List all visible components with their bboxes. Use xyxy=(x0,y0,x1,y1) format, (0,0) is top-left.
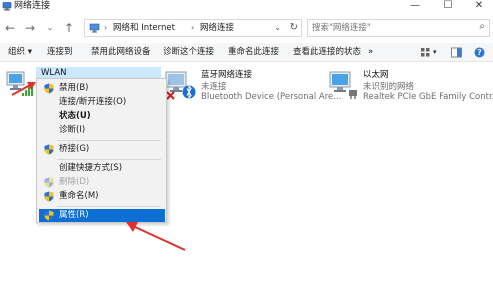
forward-arrow-icon[interactable]: → xyxy=(22,20,38,36)
recent-locations-chevron-icon[interactable]: ⌄ xyxy=(42,20,58,36)
context-menu: 禁用(B) 连接/断开连接(O) 状态(U) 诊断(I) 桥接(G) 创建快捷方… xyxy=(36,78,167,223)
network-connections-icon xyxy=(2,2,12,11)
menu-item-rename[interactable]: 重命名(M) xyxy=(39,190,165,203)
menu-separator xyxy=(57,159,161,160)
refresh-icon[interactable]: ↻ xyxy=(290,20,298,36)
bluetooth-connection-name: 蓝牙网络连接 xyxy=(201,70,253,80)
ethernet-connection-device: Realtek PCIe GbE Family Contr... xyxy=(363,92,493,102)
search-box[interactable]: ⌕ xyxy=(307,19,490,37)
uac-shield-icon xyxy=(44,210,54,221)
ethernet-connection-name: 以太网 xyxy=(363,70,389,80)
wlan-adapter-icon[interactable] xyxy=(4,68,36,98)
navigation-bar: ← → ⌄ ↑ › 网络和 Internet › 网络连接 ⌄ ↻ ⌕ xyxy=(0,17,493,39)
breadcrumb-separator: › xyxy=(191,23,195,32)
menu-item-create-shortcut[interactable]: 创建快捷方式(S) xyxy=(39,162,165,175)
organize-menu-button[interactable]: 组织 ▾ xyxy=(8,43,32,62)
breadcrumb-network-internet[interactable]: 网络和 Internet xyxy=(113,20,175,36)
bluetooth-connection-device: Bluetooth Device (Personal Are... xyxy=(201,92,342,102)
annotation-arrow-properties xyxy=(126,222,186,251)
maximize-button[interactable]: ☐ xyxy=(434,0,462,12)
menu-item-label: 创建快捷方式(S) xyxy=(59,163,123,173)
close-button[interactable]: ✕ xyxy=(465,0,493,12)
menu-item-label: 删除(D) xyxy=(59,177,90,187)
window-title: 网络连接 xyxy=(14,1,51,11)
menu-item-label: 状态(U) xyxy=(59,111,91,121)
command-bar: 组织 ▾ 连接到 禁用此网络设备 诊断这个连接 重命名此连接 查看此连接的状态 … xyxy=(0,43,493,62)
menu-item-label: 诊断(I) xyxy=(59,125,86,135)
uac-shield-icon xyxy=(44,191,54,202)
menu-item-label: 连接/断开连接(O) xyxy=(59,97,127,107)
menu-item-bridge[interactable]: 桥接(G) xyxy=(39,143,165,156)
bluetooth-connection-status: 未连接 xyxy=(201,82,227,92)
uac-shield-icon xyxy=(44,144,54,155)
minimize-button[interactable]: — xyxy=(401,0,429,12)
svg-text:?: ? xyxy=(477,48,481,57)
address-dropdown-icon[interactable]: ⌄ xyxy=(274,20,281,36)
menu-item-diagnose[interactable]: 诊断(I) xyxy=(39,124,165,137)
disable-device-button[interactable]: 禁用此网络设备 xyxy=(91,43,151,62)
view-options-chevron-icon[interactable]: ▾ xyxy=(433,43,437,62)
menu-item-disable[interactable]: 禁用(B) xyxy=(39,82,165,95)
menu-item-properties[interactable]: 属性(R) xyxy=(39,209,165,222)
network-folder-icon xyxy=(89,23,100,33)
uac-shield-icon xyxy=(44,177,54,188)
rename-connection-button[interactable]: 重命名此连接 xyxy=(228,43,279,62)
search-icon[interactable]: ⌕ xyxy=(479,21,485,32)
up-arrow-icon[interactable]: ↑ xyxy=(61,20,77,36)
menu-item-label: 禁用(B) xyxy=(59,83,89,93)
menu-item-status[interactable]: 状态(U) xyxy=(39,110,165,123)
ethernet-connection-status: 未识别的网络 xyxy=(363,82,415,92)
preview-pane-icon[interactable] xyxy=(451,47,462,58)
ethernet-adapter-icon xyxy=(329,71,357,99)
menu-item-label: 重命名(M) xyxy=(59,191,99,201)
uac-shield-icon xyxy=(44,83,54,94)
breadcrumb-network-connections[interactable]: 网络连接 xyxy=(200,20,234,36)
breadcrumb-separator: › xyxy=(104,23,108,32)
diagnose-connection-button[interactable]: 诊断这个连接 xyxy=(163,43,214,62)
change-view-icon[interactable] xyxy=(420,47,431,58)
menu-item-delete: 删除(D) xyxy=(39,176,165,189)
search-input[interactable] xyxy=(312,21,462,35)
more-commands-button[interactable]: » xyxy=(368,43,373,62)
menu-item-label: 属性(R) xyxy=(59,210,89,220)
bluetooth-adapter-icon xyxy=(165,71,196,100)
menu-item-connect-disconnect[interactable]: 连接/断开连接(O) xyxy=(39,96,165,109)
view-status-button[interactable]: 查看此连接的状态 xyxy=(293,43,361,62)
menu-item-label: 桥接(G) xyxy=(59,144,90,154)
menu-separator xyxy=(57,140,161,141)
help-icon[interactable]: ? xyxy=(474,47,485,58)
back-arrow-icon[interactable]: ← xyxy=(2,20,18,36)
title-bar: 网络连接 — ☐ ✕ xyxy=(0,0,493,14)
address-bar[interactable]: › 网络和 Internet › 网络连接 ⌄ ↻ xyxy=(84,19,302,37)
menu-separator xyxy=(57,206,161,207)
connect-to-button[interactable]: 连接到 xyxy=(47,43,73,62)
